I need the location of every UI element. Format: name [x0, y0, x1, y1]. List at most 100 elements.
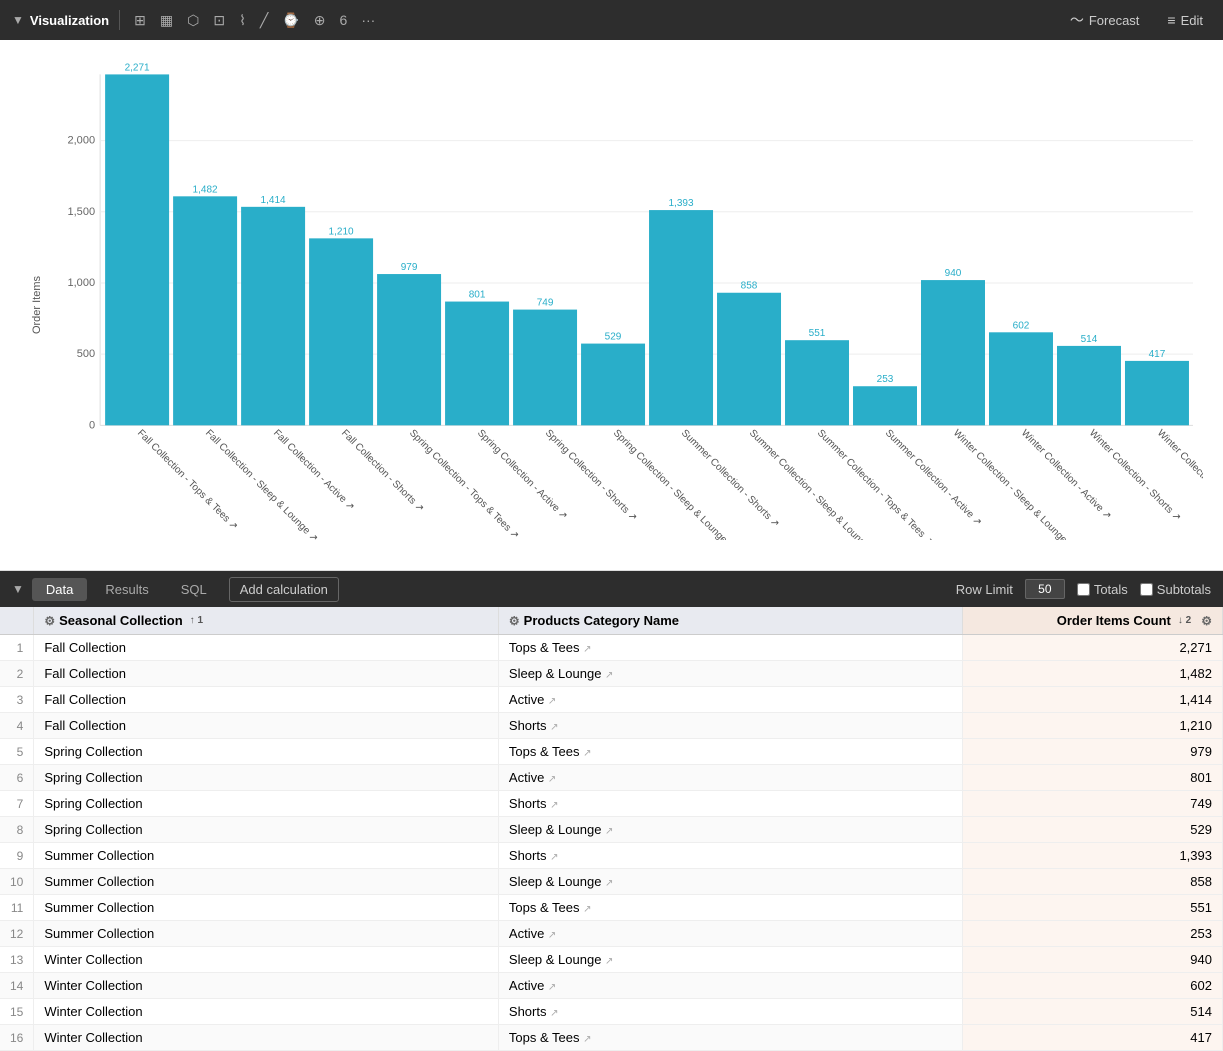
tab-data[interactable]: Data: [32, 578, 87, 601]
svg-text:801: 801: [469, 290, 486, 301]
svg-text:529: 529: [605, 332, 622, 343]
panel-right: Row Limit Totals Subtotals: [956, 579, 1211, 599]
svg-text:749: 749: [537, 298, 554, 309]
svg-text:1,500: 1,500: [68, 206, 96, 218]
table-row: 9Summer CollectionShorts ↗1,393: [0, 843, 1223, 869]
add-calculation-button[interactable]: Add calculation: [229, 577, 339, 602]
table-row: 2Fall CollectionSleep & Lounge ↗1,482: [0, 661, 1223, 687]
gear-icon-col1[interactable]: ⚙: [44, 614, 55, 628]
toolbar-title: Visualization: [30, 13, 109, 28]
svg-text:1,210: 1,210: [329, 226, 354, 237]
pin-icon[interactable]: ⊕: [310, 8, 330, 33]
gear-icon-col3[interactable]: ⚙: [1201, 614, 1212, 628]
chevron-down-icon[interactable]: ▼: [12, 13, 24, 27]
svg-text:Spring Collection - Sleep & Lo: Spring Collection - Sleep & Lounge ↗: [611, 428, 737, 540]
scatter-icon[interactable]: ⊡: [209, 8, 229, 33]
order-items-count-cell: 602: [963, 973, 1223, 999]
seasonal-collection-cell: Summer Collection: [34, 921, 499, 947]
products-category-header[interactable]: ⚙ Products Category Name: [498, 607, 963, 635]
row-limit-label: Row Limit: [956, 582, 1013, 597]
seasonal-collection-header[interactable]: ⚙ Seasonal Collection ↑ 1: [34, 607, 499, 635]
seasonal-collection-cell: Winter Collection: [34, 999, 499, 1025]
row-number: 1: [0, 635, 34, 661]
table-view-icon[interactable]: ⊞: [130, 8, 150, 33]
products-category-cell: Active ↗: [498, 687, 963, 713]
forecast-label: Forecast: [1089, 13, 1140, 28]
seasonal-collection-cell: Spring Collection: [34, 817, 499, 843]
seasonal-collection-cell: Spring Collection: [34, 765, 499, 791]
table-header-row: ⚙ Seasonal Collection ↑ 1 ⚙ Products Cat…: [0, 607, 1223, 635]
row-number: 14: [0, 973, 34, 999]
svg-text:417: 417: [1149, 349, 1166, 360]
table-row: 12Summer CollectionActive ↗253: [0, 921, 1223, 947]
products-category-cell: Tops & Tees ↗: [498, 895, 963, 921]
svg-text:Spring Collection - Tops & Tee: Spring Collection - Tops & Tees ↗: [407, 428, 521, 540]
svg-text:858: 858: [741, 281, 758, 292]
svg-text:0: 0: [89, 419, 95, 431]
seasonal-collection-cell: Summer Collection: [34, 869, 499, 895]
svg-text:253: 253: [877, 374, 894, 385]
panel-tabs: ▼ Data Results SQL Add calculation Row L…: [0, 571, 1223, 607]
products-category-cell: Shorts ↗: [498, 713, 963, 739]
data-table: ⚙ Seasonal Collection ↑ 1 ⚙ Products Cat…: [0, 607, 1223, 1051]
line-chart-icon[interactable]: ⌇: [235, 8, 250, 33]
row-number: 2: [0, 661, 34, 687]
totals-checkbox-label[interactable]: Totals: [1077, 582, 1128, 597]
products-category-cell: Active ↗: [498, 765, 963, 791]
toolbar-left: ▼ Visualization ⊞ ▦ ⬡ ⊡ ⌇ ╱ ⌚ ⊕ 6 ···: [12, 8, 1054, 33]
tab-results[interactable]: Results: [91, 578, 162, 601]
table-row: 8Spring CollectionSleep & Lounge ↗529: [0, 817, 1223, 843]
order-items-count-header[interactable]: Order Items Count ↓ 2 ⚙: [963, 607, 1223, 635]
seasonal-collection-cell: Winter Collection: [34, 973, 499, 999]
number-icon[interactable]: 6: [336, 8, 352, 32]
products-category-cell: Tops & Tees ↗: [498, 635, 963, 661]
svg-text:Fall Collection - Sleep & Loun: Fall Collection - Sleep & Lounge ↗: [203, 428, 320, 540]
table-body: 1Fall CollectionTops & Tees ↗2,2712Fall …: [0, 635, 1223, 1051]
subtotals-checkbox[interactable]: [1140, 583, 1153, 596]
row-number: 12: [0, 921, 34, 947]
table-row: 3Fall CollectionActive ↗1,414: [0, 687, 1223, 713]
tab-sql[interactable]: SQL: [167, 578, 221, 601]
bar-chart-icon[interactable]: ▦: [156, 8, 177, 33]
svg-text:551: 551: [809, 328, 826, 339]
products-category-cell: Sleep & Lounge ↗: [498, 947, 963, 973]
y-axis-label: Order Items: [31, 276, 43, 334]
row-number: 9: [0, 843, 34, 869]
sort-indicator-col1: ↑ 1: [190, 615, 203, 626]
sort-indicator-col3: ↓ 2: [1178, 615, 1191, 626]
subtotals-checkbox-label[interactable]: Subtotals: [1140, 582, 1211, 597]
row-number: 13: [0, 947, 34, 973]
svg-text:2,271: 2,271: [125, 62, 150, 73]
products-category-cell: Active ↗: [498, 921, 963, 947]
svg-text:1,414: 1,414: [261, 195, 286, 206]
order-items-count-cell: 979: [963, 739, 1223, 765]
seasonal-collection-cell: Summer Collection: [34, 843, 499, 869]
chevron-down-icon-panel[interactable]: ▼: [12, 582, 24, 596]
forecast-button[interactable]: 〜 Forecast: [1062, 6, 1148, 34]
edit-icon: ≡: [1167, 12, 1175, 28]
svg-text:940: 940: [945, 268, 962, 279]
svg-text:979: 979: [401, 262, 418, 273]
area-chart-icon[interactable]: ⬡: [183, 8, 203, 33]
table-row: 1Fall CollectionTops & Tees ↗2,271: [0, 635, 1223, 661]
row-limit-input[interactable]: [1025, 579, 1065, 599]
line2-chart-icon[interactable]: ╱: [256, 8, 272, 33]
row-number: 10: [0, 869, 34, 895]
table-row: 10Summer CollectionSleep & Lounge ↗858: [0, 869, 1223, 895]
svg-text:Winter Collection - Sleep & Lo: Winter Collection - Sleep & Lounge ↗: [951, 428, 1077, 540]
order-items-count-cell: 749: [963, 791, 1223, 817]
edit-label: Edit: [1181, 13, 1203, 28]
totals-checkbox[interactable]: [1077, 583, 1090, 596]
more-icon[interactable]: ···: [357, 8, 379, 32]
products-category-label: Products Category Name: [524, 613, 679, 628]
edit-button[interactable]: ≡ Edit: [1159, 8, 1211, 32]
svg-text:2,000: 2,000: [68, 135, 96, 147]
order-items-count-label: Order Items Count: [1057, 613, 1171, 628]
clock-icon[interactable]: ⌚: [278, 8, 303, 33]
products-category-cell: Sleep & Lounge ↗: [498, 817, 963, 843]
table-row: 4Fall CollectionShorts ↗1,210: [0, 713, 1223, 739]
svg-text:1,482: 1,482: [193, 184, 218, 195]
table-row: 6Spring CollectionActive ↗801: [0, 765, 1223, 791]
gear-icon-col2[interactable]: ⚙: [509, 614, 520, 628]
seasonal-collection-cell: Fall Collection: [34, 713, 499, 739]
